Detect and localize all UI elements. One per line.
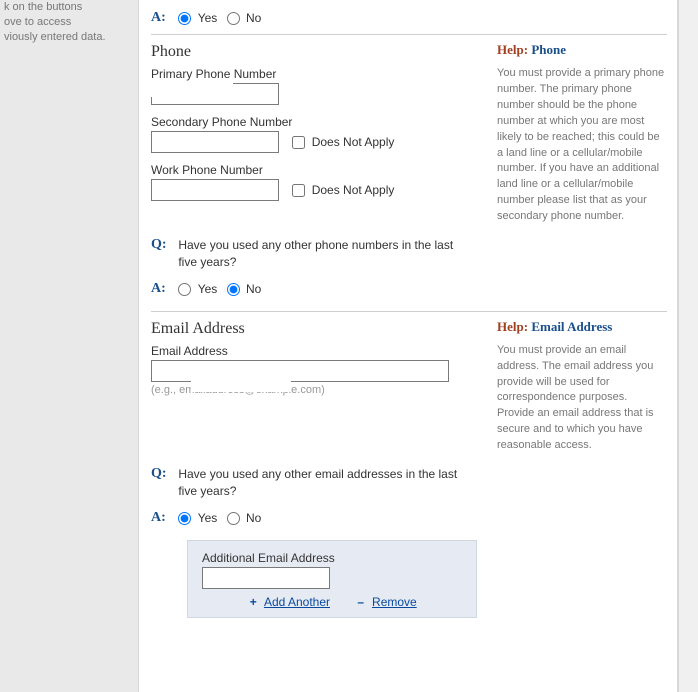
additional-email-actions: + Add Another – Remove [202, 595, 462, 609]
side-hint: k on the buttons ove to access viously e… [0, 0, 143, 45]
email-help-topic: Email Address [531, 319, 612, 334]
work-phone-input[interactable] [151, 179, 279, 201]
phone-other-qa: Q: Have you used any other phone numbers… [151, 237, 667, 297]
side-hint-l3: viously entered data. [4, 30, 139, 45]
redaction-block [153, 361, 293, 376]
email-section: Email Address Email Address (e.g., email… [151, 318, 667, 454]
divider-2 [151, 311, 667, 312]
phone-other-no-label[interactable]: No [246, 282, 261, 296]
redaction-block [191, 380, 291, 392]
q-prefix-phone: Q: [151, 237, 175, 253]
email-help: Help: Email Address You must provide an … [497, 318, 667, 454]
work-phone-dna-label: Does Not Apply [312, 183, 395, 197]
email-other-no-radio[interactable] [227, 512, 240, 525]
secondary-phone-dna-checkbox[interactable] [292, 136, 305, 149]
email-other-question: Have you used any other email addresses … [178, 466, 458, 500]
email-other-yes-radio[interactable] [178, 512, 191, 525]
phone-help-topic: Phone [531, 42, 566, 57]
email-other-qa: Q: Have you used any other email address… [151, 466, 667, 526]
secondary-phone-input[interactable] [151, 131, 279, 153]
phone-help-text: You must provide a primary phone number.… [497, 66, 667, 225]
side-hint-l2: ove to access [4, 15, 139, 30]
phone-section: Phone Primary Phone Number Secondary Pho… [151, 41, 667, 225]
additional-email-panel: Additional Email Address + Add Another –… [187, 540, 477, 618]
phone-help-word: Help: [497, 42, 528, 57]
phone-help: Help: Phone You must provide a primary p… [497, 41, 667, 225]
redaction-block [151, 81, 233, 97]
top-yes-radio[interactable] [178, 12, 191, 25]
email-field: Email Address (e.g., emailaddress@exampl… [151, 344, 471, 396]
form-panel: A: Yes No Phone Primary Phone Number [138, 0, 678, 692]
phone-other-yes-label[interactable]: Yes [198, 282, 218, 296]
email-help-word: Help: [497, 319, 528, 334]
email-other-no-label[interactable]: No [246, 511, 261, 525]
top-yes-label[interactable]: Yes [198, 11, 218, 25]
phone-other-no-radio[interactable] [227, 283, 240, 296]
additional-email-label: Additional Email Address [202, 551, 462, 565]
answer-row-top: A: Yes No [151, 10, 667, 26]
email-help-title: Help: Email Address [497, 318, 667, 337]
a-prefix-top: A: [151, 10, 175, 26]
a-prefix-email: A: [151, 510, 175, 526]
primary-phone-field: Primary Phone Number [151, 67, 471, 105]
a-prefix-phone: A: [151, 281, 175, 297]
phone-other-question: Have you used any other phone numbers in… [178, 237, 458, 271]
work-phone-field: Work Phone Number Does Not Apply [151, 163, 471, 201]
phone-other-yes-radio[interactable] [178, 283, 191, 296]
phone-section-title: Phone [151, 43, 471, 61]
email-help-text: You must provide an email address. The e… [497, 343, 667, 455]
work-phone-label: Work Phone Number [151, 163, 471, 177]
secondary-phone-field: Secondary Phone Number Does Not Apply [151, 115, 471, 153]
plus-icon: + [247, 595, 259, 609]
phone-help-title: Help: Phone [497, 41, 667, 60]
remove-button[interactable]: Remove [372, 595, 417, 609]
email-label: Email Address [151, 344, 471, 358]
minus-icon: – [355, 595, 367, 609]
side-hint-l1: k on the buttons [4, 0, 139, 15]
q-prefix-email: Q: [151, 466, 175, 482]
primary-phone-label: Primary Phone Number [151, 67, 471, 81]
work-phone-dna-checkbox[interactable] [292, 184, 305, 197]
email-other-yes-label[interactable]: Yes [198, 511, 218, 525]
phone-left: Phone Primary Phone Number Secondary Pho… [151, 41, 471, 211]
secondary-phone-label: Secondary Phone Number [151, 115, 471, 129]
add-another-button[interactable]: Add Another [264, 595, 330, 609]
top-no-label[interactable]: No [246, 11, 261, 25]
additional-email-input[interactable] [202, 567, 330, 589]
top-no-radio[interactable] [227, 12, 240, 25]
email-left: Email Address Email Address (e.g., email… [151, 318, 471, 406]
email-section-title: Email Address [151, 320, 471, 338]
scroll-rail[interactable] [678, 0, 698, 692]
divider-1 [151, 34, 667, 35]
secondary-phone-dna-label: Does Not Apply [312, 135, 395, 149]
